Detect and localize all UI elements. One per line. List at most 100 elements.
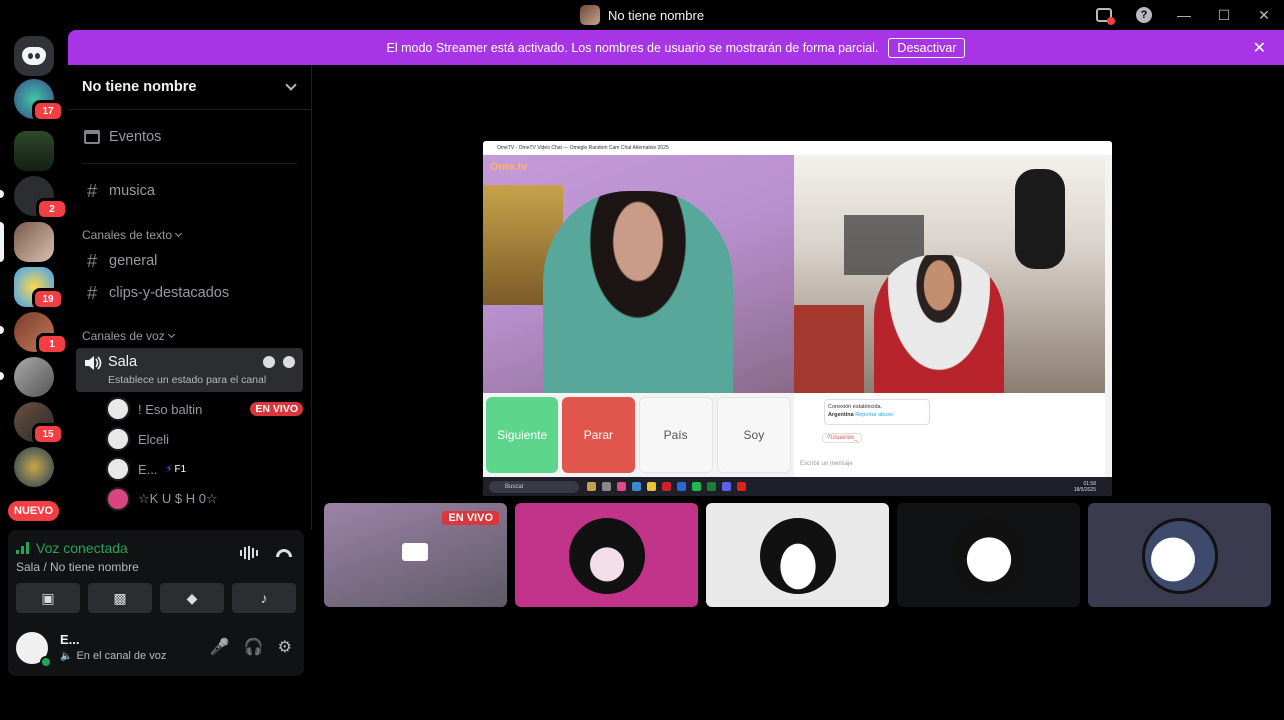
voice-user[interactable]: ! Eso baltin EN VIVO bbox=[106, 395, 303, 423]
camera-off-button[interactable]: ▣ bbox=[16, 583, 80, 613]
avatar bbox=[106, 457, 130, 481]
current-user[interactable]: E... 🔈 En el canal de voz 🎤 🎧 ⚙ bbox=[14, 628, 296, 668]
category-label: Canales de voz bbox=[82, 329, 165, 343]
window-title: No tiene nombre bbox=[579, 5, 705, 25]
speaker-icon: 🔈 bbox=[60, 650, 73, 662]
camera-off-icon: ▣ bbox=[41, 589, 55, 606]
voice-user[interactable]: E... ⚡ F1 bbox=[106, 455, 303, 483]
online-status-dot bbox=[40, 656, 52, 668]
live-badge[interactable]: EN VIVO bbox=[250, 402, 303, 416]
events-item[interactable]: Eventos bbox=[76, 122, 303, 152]
channel-clips-y-destacados[interactable]: # clips-y-destacados bbox=[76, 278, 303, 308]
mention-badge: 2 bbox=[36, 198, 68, 220]
category-text[interactable]: Canales de texto bbox=[82, 228, 183, 242]
country-button: País bbox=[638, 397, 713, 473]
voice-location[interactable]: Sala / No tiene nombre bbox=[16, 560, 139, 574]
gear-icon[interactable]: ⚙ bbox=[278, 637, 292, 657]
chat-bubble-icon[interactable] bbox=[263, 356, 275, 368]
add-user-icon[interactable] bbox=[283, 356, 295, 368]
noise-suppression-icon[interactable] bbox=[240, 546, 258, 560]
voice-user[interactable]: ☆K U $ H 0☆ bbox=[106, 485, 303, 513]
avatar bbox=[1142, 518, 1218, 594]
voice-channel-name: Sala bbox=[108, 354, 138, 370]
selected-pill bbox=[0, 222, 4, 262]
help-icon: ? bbox=[1136, 7, 1152, 23]
microphone-icon[interactable]: 🎤 bbox=[210, 637, 230, 657]
discord-icon bbox=[22, 47, 46, 65]
voice-user-name: ☆K U $ H 0☆ bbox=[138, 491, 218, 506]
minimize-button[interactable]: — bbox=[1164, 0, 1204, 30]
screen-share-icon bbox=[402, 543, 428, 561]
inbox-button[interactable] bbox=[1084, 0, 1124, 30]
home-button[interactable] bbox=[14, 36, 54, 76]
ometv-chat: Conexión establecida. Argentina Reportar… bbox=[794, 393, 1105, 477]
hash-icon: # bbox=[86, 282, 97, 303]
participant-tile[interactable] bbox=[515, 503, 698, 607]
deactivate-button[interactable]: Desactivar bbox=[888, 37, 966, 58]
gender-button: Soy bbox=[716, 397, 791, 473]
taskbar-clock: 01:58 18/5/2025 bbox=[1073, 480, 1096, 493]
self-camera bbox=[794, 155, 1105, 395]
maximize-button[interactable]: ☐ bbox=[1204, 0, 1244, 30]
screen-share-button[interactable]: ▩ bbox=[88, 583, 152, 613]
taskbar-search: Buscar bbox=[489, 480, 579, 493]
channel-label: clips-y-destacados bbox=[109, 285, 230, 301]
server-header[interactable]: No tiene nombre bbox=[68, 65, 311, 110]
voice-channel-status[interactable]: Establece un estado para el canal bbox=[108, 374, 266, 386]
participant-tile[interactable] bbox=[1088, 503, 1271, 607]
server-icon-4[interactable] bbox=[14, 222, 54, 262]
avatar bbox=[106, 397, 130, 421]
voice-user-name: Elceli bbox=[138, 431, 170, 447]
signal-icon bbox=[16, 542, 29, 554]
headphones-icon[interactable]: 🎧 bbox=[244, 637, 264, 657]
voice-user[interactable]: Elceli bbox=[106, 425, 303, 453]
server-icon-7[interactable] bbox=[14, 357, 54, 397]
mention-badge: 15 bbox=[32, 423, 64, 445]
new-badge[interactable]: NUEVO bbox=[8, 501, 60, 521]
voice-connected-status[interactable]: Voz conectada bbox=[16, 540, 128, 556]
stream-view[interactable]: OmeTV - OmeTV Video Chat — Omegle Random… bbox=[483, 141, 1112, 496]
activity-button[interactable]: ◆ bbox=[160, 583, 224, 613]
disconnect-icon[interactable] bbox=[276, 549, 292, 557]
inbox-icon bbox=[1096, 8, 1115, 25]
soundboard-icon: ♪ bbox=[260, 590, 268, 606]
unread-pill bbox=[0, 190, 4, 198]
screen-share-icon: ▩ bbox=[113, 589, 127, 606]
stream-window-title: OmeTV - OmeTV Video Chat — Omegle Random… bbox=[483, 141, 1112, 155]
chat-message: ?Usuarios_ bbox=[822, 433, 863, 443]
category-voice[interactable]: Canales de voz bbox=[82, 329, 175, 343]
mention-badge: 19 bbox=[32, 288, 64, 310]
help-button[interactable]: ? bbox=[1124, 0, 1164, 30]
close-window-button[interactable]: ✕ bbox=[1244, 0, 1284, 30]
streamer-mode-banner: El modo Streamer está activado. Los nomb… bbox=[68, 30, 1284, 65]
stranger-camera: Ome.tv bbox=[483, 155, 794, 393]
close-icon[interactable]: ✕ bbox=[1253, 38, 1266, 58]
channel-general[interactable]: # general bbox=[76, 246, 303, 276]
ometv-logo: Ome.tv bbox=[490, 161, 528, 173]
microphone-image bbox=[1015, 169, 1065, 269]
banner-message: El modo Streamer está activado. Los nomb… bbox=[386, 40, 879, 55]
participant-tile[interactable] bbox=[706, 503, 889, 607]
chat-input: Escribir un mensaje bbox=[800, 461, 853, 467]
stream-tile-preview[interactable]: EN VIVO bbox=[324, 503, 507, 607]
hash-icon: # bbox=[86, 180, 97, 201]
unread-pill bbox=[0, 372, 4, 380]
server-icon-9[interactable] bbox=[14, 447, 54, 487]
window-title-text: No tiene nombre bbox=[607, 7, 705, 23]
user-panel: Voz conectada Sala / No tiene nombre ▣ ▩… bbox=[8, 530, 304, 676]
participant-tile[interactable] bbox=[897, 503, 1080, 607]
stop-button: Parar bbox=[562, 397, 635, 473]
chevron-down-icon bbox=[167, 330, 175, 339]
channel-musica[interactable]: # musica bbox=[76, 176, 303, 206]
gamepad-icon: ◆ bbox=[186, 589, 198, 606]
divider bbox=[82, 163, 297, 164]
next-button: Siguiente bbox=[486, 397, 559, 473]
mention-badge: 1 bbox=[36, 333, 68, 355]
voice-channel-sala[interactable]: Sala Establece un estado para el canal bbox=[76, 348, 303, 392]
windows-taskbar: Buscar 01:58 18/5/2025 bbox=[483, 477, 1112, 496]
avatar bbox=[569, 518, 645, 594]
channel-label: general bbox=[109, 253, 158, 269]
soundboard-button[interactable]: ♪ bbox=[232, 583, 296, 613]
server-icon-2[interactable] bbox=[14, 131, 54, 171]
server-icon bbox=[579, 5, 600, 25]
